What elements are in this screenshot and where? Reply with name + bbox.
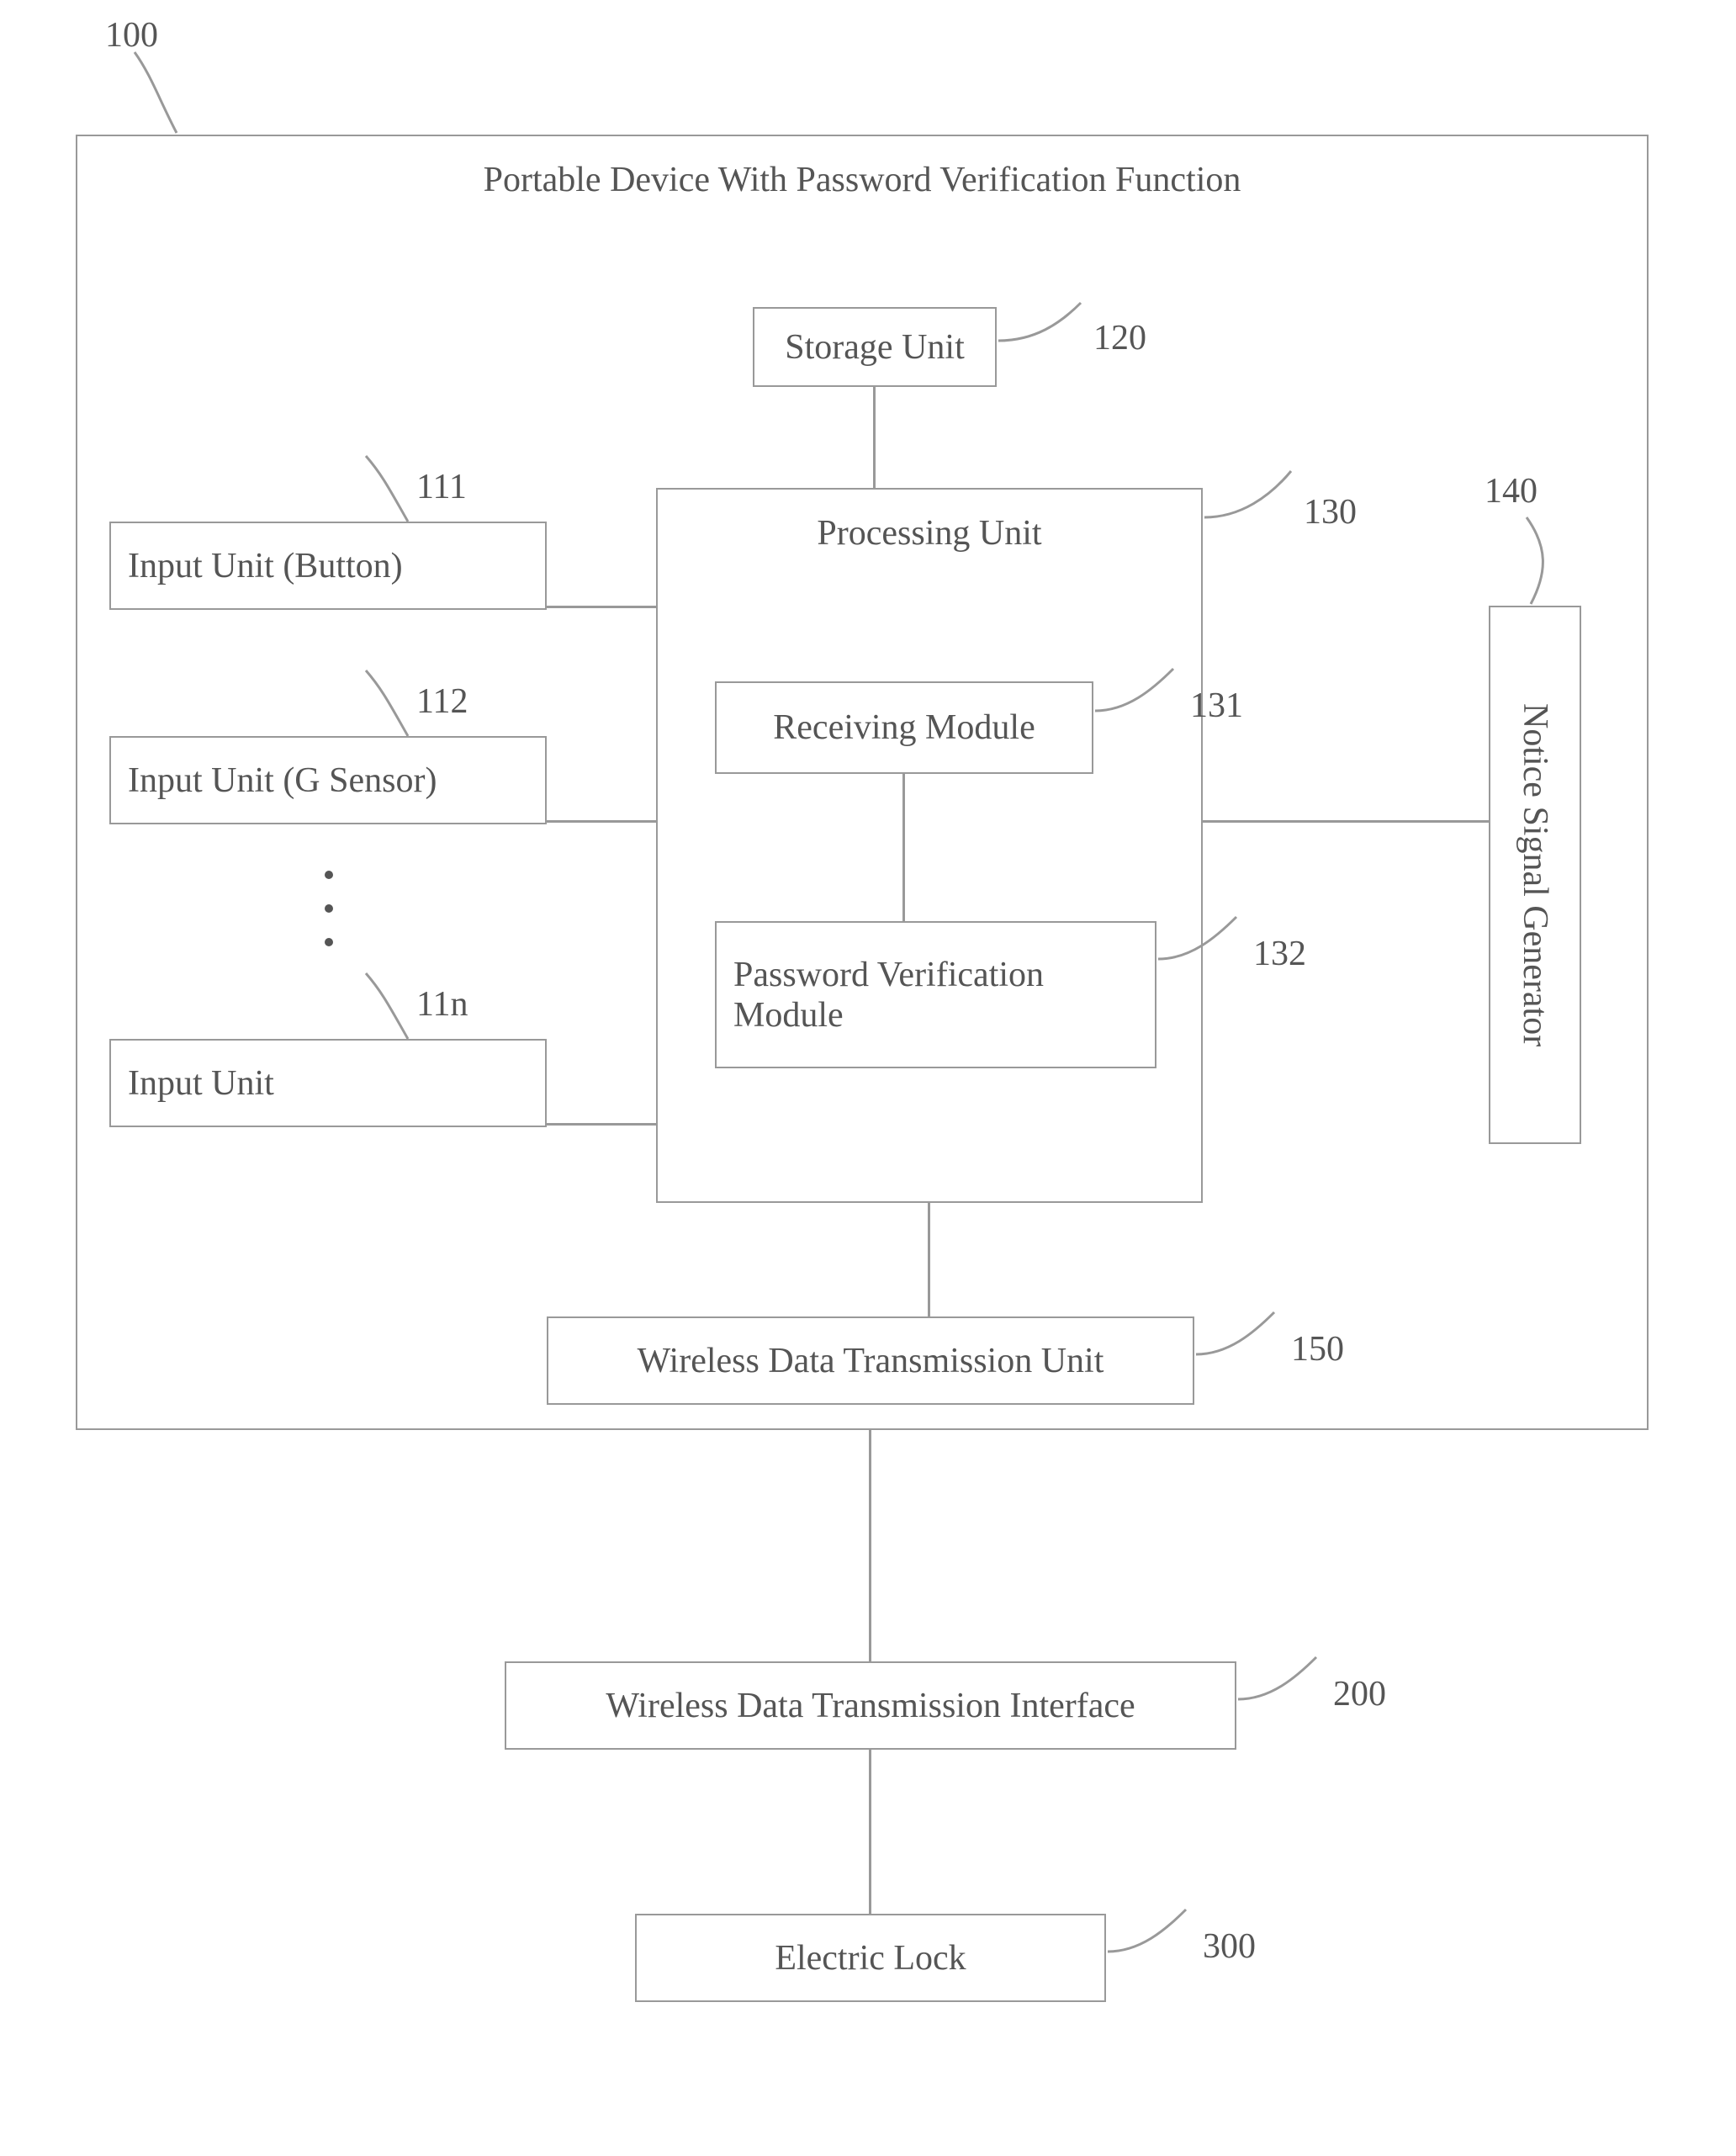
notice-generator-label: Notice Signal Generator <box>1490 607 1580 1142</box>
input-n-box: Input Unit <box>109 1039 547 1127</box>
ref-112: 112 <box>416 681 468 722</box>
lead-130 <box>1203 467 1304 534</box>
storage-unit-box: Storage Unit <box>753 307 997 387</box>
conn-wireless-unit-if <box>869 1430 871 1661</box>
storage-unit-label: Storage Unit <box>785 327 964 368</box>
electric-lock-box: Electric Lock <box>635 1914 1106 2002</box>
ref-111: 111 <box>416 467 467 507</box>
conn-processing-notice <box>1203 820 1489 823</box>
ref-140: 140 <box>1485 471 1538 511</box>
ref-130: 130 <box>1304 492 1357 532</box>
lead-120 <box>997 299 1098 358</box>
lead-140 <box>1522 513 1615 610</box>
lead-300 <box>1106 1905 1199 1968</box>
input-gsensor-box: Input Unit (G Sensor) <box>109 736 547 824</box>
conn-processing-wireless <box>928 1203 930 1316</box>
input-button-box: Input Unit (Button) <box>109 522 547 610</box>
wireless-if-label: Wireless Data Transmission Interface <box>606 1686 1135 1726</box>
electric-lock-label: Electric Lock <box>775 1938 966 1979</box>
ref-120: 120 <box>1093 318 1146 358</box>
input-n-label: Input Unit <box>128 1063 274 1104</box>
conn-storage-processing <box>873 387 876 488</box>
receiving-module-label: Receiving Module <box>773 707 1035 748</box>
password-verify-label: Password Verification Module <box>733 955 1070 1036</box>
wireless-if-box: Wireless Data Transmission Interface <box>505 1661 1236 1750</box>
conn-input-n <box>547 1123 656 1126</box>
input-button-label: Input Unit (Button) <box>128 546 403 586</box>
conn-input-gsensor <box>547 820 656 823</box>
ref-150: 150 <box>1291 1329 1344 1369</box>
conn-wireless-if-lock <box>869 1750 871 1914</box>
processing-unit-label: Processing Unit <box>817 513 1041 554</box>
conn-receiving-verify <box>902 774 905 921</box>
ref-132: 132 <box>1253 934 1306 974</box>
ref-11n: 11n <box>416 984 468 1025</box>
notice-generator-box: Notice Signal Generator <box>1489 606 1581 1144</box>
ref-100: 100 <box>105 15 158 56</box>
ref-200: 200 <box>1333 1674 1386 1714</box>
ref-131: 131 <box>1190 686 1243 726</box>
wireless-unit-label: Wireless Data Transmission Unit <box>638 1341 1104 1381</box>
ellipsis-dot <box>325 938 333 946</box>
processing-unit-box: Processing Unit <box>656 488 1203 1203</box>
lead-100 <box>130 50 231 143</box>
password-verify-box: Password Verification Module <box>715 921 1156 1068</box>
wireless-unit-box: Wireless Data Transmission Unit <box>547 1316 1194 1405</box>
lead-150 <box>1194 1308 1287 1371</box>
receiving-module-box: Receiving Module <box>715 681 1093 774</box>
ref-300: 300 <box>1203 1926 1256 1967</box>
conn-input-button <box>547 606 656 608</box>
lead-132 <box>1156 913 1249 976</box>
lead-131 <box>1093 665 1186 728</box>
lead-200 <box>1236 1653 1329 1716</box>
device-title: Portable Device With Password Verificati… <box>484 160 1241 200</box>
ellipsis-dot <box>325 904 333 913</box>
ellipsis-dot <box>325 871 333 879</box>
input-gsensor-label: Input Unit (G Sensor) <box>128 760 437 801</box>
diagram-canvas: Portable Device With Password Verificati… <box>0 0 1736 2156</box>
